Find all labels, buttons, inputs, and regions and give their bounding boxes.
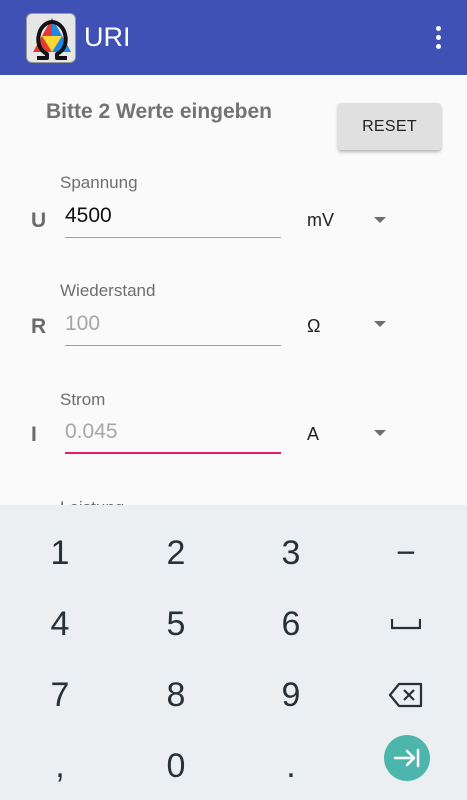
backspace-key[interactable]	[366, 665, 446, 725]
resistance-label: Wiederstand	[60, 281, 156, 300]
current-unit-dropdown-icon[interactable]	[374, 430, 386, 436]
backspace-icon	[388, 682, 423, 708]
app-title: URI	[84, 22, 131, 52]
voltage-symbol: U	[31, 209, 47, 232]
key-6[interactable]: 6	[251, 594, 331, 654]
key-1[interactable]: 1	[20, 523, 100, 583]
instruction-text: Bitte 2 Werte eingeben	[46, 100, 272, 123]
voltage-label: Spannung	[60, 173, 138, 192]
key-8[interactable]: 8	[136, 665, 216, 725]
key-4[interactable]: 4	[20, 594, 100, 654]
key-3[interactable]: 3	[251, 523, 331, 583]
resistance-placeholder: 100	[65, 312, 101, 335]
current-input[interactable]: 0.045	[65, 416, 281, 454]
key-2[interactable]: 2	[136, 523, 216, 583]
resistance-symbol: R	[31, 315, 47, 338]
voltage-unit-dropdown-icon[interactable]	[374, 217, 386, 223]
resistance-unit-dropdown-icon[interactable]	[374, 321, 386, 327]
voltage-value: 4500	[65, 204, 112, 227]
current-label: Strom	[60, 390, 106, 409]
key-9[interactable]: 9	[251, 665, 331, 725]
voltage-input[interactable]: 4500	[65, 200, 281, 238]
app-bar: URI	[0, 0, 467, 75]
voltage-unit-select[interactable]: mV	[307, 210, 334, 231]
app-logo	[26, 13, 76, 63]
key-0[interactable]: 0	[136, 736, 216, 796]
resistance-unit-select[interactable]: Ω	[307, 316, 320, 337]
key-7[interactable]: 7	[20, 665, 100, 725]
key-period[interactable]: .	[251, 736, 331, 796]
overflow-menu-icon[interactable]	[426, 23, 450, 53]
resistance-input[interactable]: 100	[65, 308, 281, 346]
key-5[interactable]: 5	[136, 594, 216, 654]
key-comma[interactable]: ,	[20, 736, 100, 796]
current-symbol: I	[31, 423, 37, 446]
current-placeholder: 0.045	[65, 420, 118, 443]
space-bar-icon	[391, 619, 421, 630]
next-field-button[interactable]	[384, 735, 430, 781]
reset-button[interactable]: RESET	[338, 103, 441, 150]
key-minus[interactable]: −	[366, 523, 446, 583]
next-field-icon	[393, 748, 420, 768]
current-unit-select[interactable]: A	[307, 424, 319, 445]
space-key[interactable]	[366, 594, 446, 654]
